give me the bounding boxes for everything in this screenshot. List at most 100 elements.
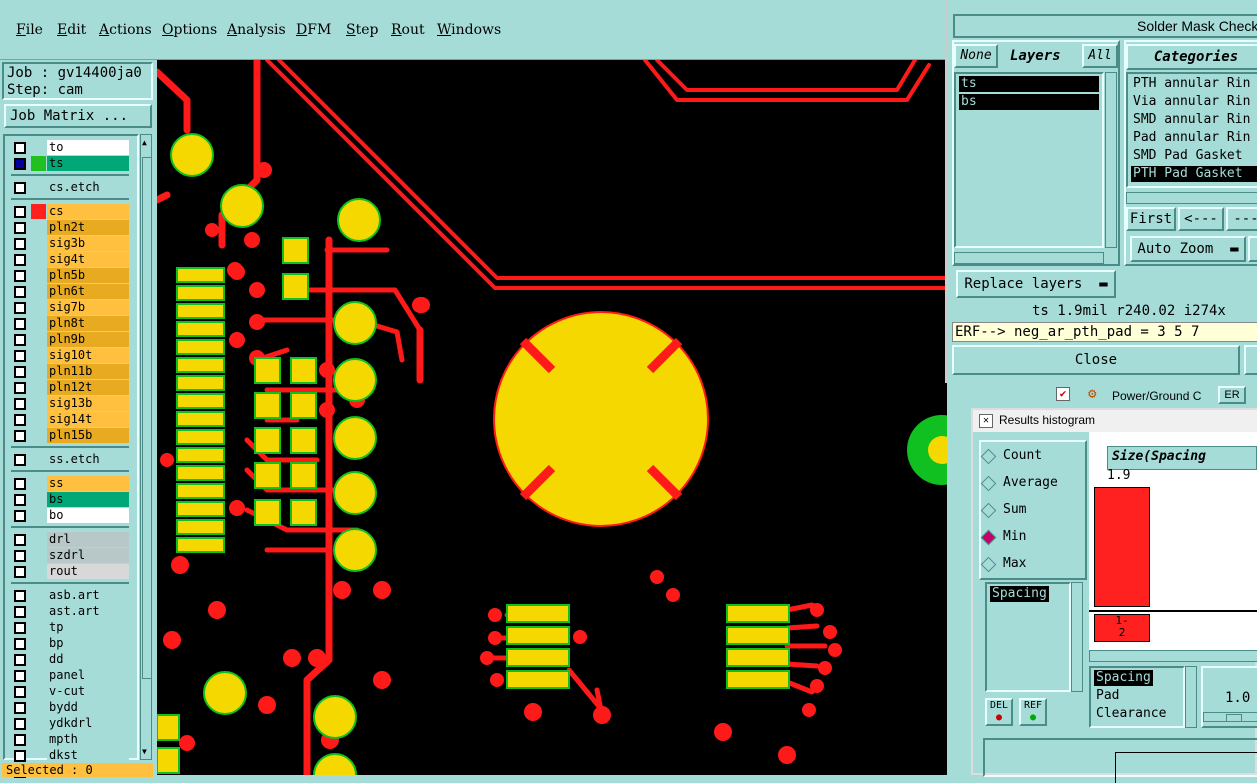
layer-color-swatch[interactable] xyxy=(31,548,46,563)
layer-row-bs[interactable]: bs xyxy=(11,492,129,507)
layer-name[interactable]: sig7b xyxy=(47,300,129,315)
layers-scrollbar[interactable] xyxy=(1105,72,1117,248)
layer-name[interactable]: pln11b xyxy=(47,364,129,379)
replace-layers-dropdown[interactable]: Replace layers ▬ xyxy=(956,270,1116,298)
layer-name[interactable]: ydkdrl xyxy=(47,716,129,731)
layer-checkbox[interactable] xyxy=(14,718,26,730)
menu-rout[interactable]: Rout xyxy=(391,22,425,38)
layer-name[interactable]: bo xyxy=(47,508,129,523)
ref-button[interactable]: REF ● xyxy=(1019,698,1047,726)
next-button[interactable]: --- xyxy=(1226,207,1257,231)
layer-checkbox[interactable] xyxy=(14,494,26,506)
layer-checkbox[interactable] xyxy=(14,334,26,346)
layer-row-sig4t[interactable]: sig4t xyxy=(11,252,129,267)
layer-list-scrollbar[interactable]: ▲ ▼ xyxy=(140,134,152,760)
layer-name[interactable]: rout xyxy=(47,564,129,579)
layer-color-swatch[interactable] xyxy=(31,364,46,379)
layer-row-ts[interactable]: ts xyxy=(11,156,129,171)
spacing-scrollbar[interactable] xyxy=(1071,582,1083,692)
layer-checkbox[interactable] xyxy=(14,606,26,618)
list-item[interactable]: Via annular Rin xyxy=(1131,94,1252,110)
layer-checkbox[interactable] xyxy=(14,622,26,634)
layer-row-sig14t[interactable]: sig14t xyxy=(11,412,129,427)
layer-name[interactable]: v-cut xyxy=(47,684,129,699)
layer-checkbox[interactable] xyxy=(14,182,26,194)
layer-checkbox[interactable] xyxy=(14,158,26,170)
list-item[interactable]: PTH Pad Gasket xyxy=(1131,166,1257,182)
layer-name[interactable]: sig10t xyxy=(47,348,129,363)
layer-color-swatch[interactable] xyxy=(31,604,46,619)
layer-color-swatch[interactable] xyxy=(31,636,46,651)
layer-row-rout[interactable]: rout xyxy=(11,564,129,579)
layer-name[interactable]: pln6t xyxy=(47,284,129,299)
layer-name[interactable]: sig4t xyxy=(47,252,129,267)
layer-name[interactable]: bs xyxy=(47,492,129,507)
layer-color-swatch[interactable] xyxy=(31,684,46,699)
categories-button[interactable]: Categories xyxy=(1126,44,1257,70)
layer-row-cs.etch[interactable]: cs.etch xyxy=(11,180,129,195)
list-item[interactable]: SMD annular Rin xyxy=(1131,112,1252,128)
layer-checkbox[interactable] xyxy=(14,302,26,314)
list-item[interactable]: bs xyxy=(959,94,1099,110)
list-item[interactable]: Pad annular Rin xyxy=(1131,130,1252,146)
layer-color-swatch[interactable] xyxy=(31,716,46,731)
layer-checkbox[interactable] xyxy=(14,654,26,666)
layer-name[interactable]: pln9b xyxy=(47,332,129,347)
radio-average[interactable]: Average xyxy=(980,474,1101,494)
title-bar[interactable]: ✕ Results histogram xyxy=(973,410,1257,432)
layer-row-pln8t[interactable]: pln8t xyxy=(11,316,129,331)
list-item[interactable]: Spacing xyxy=(1094,670,1153,686)
list-item[interactable]: Clearance xyxy=(1094,706,1168,722)
layer-row-drl[interactable]: drl xyxy=(11,532,129,547)
layer-color-swatch[interactable] xyxy=(31,748,46,763)
scroll-down-arrow-icon[interactable]: ▼ xyxy=(142,747,147,756)
layer-name[interactable]: pln15b xyxy=(47,428,129,443)
layer-color-swatch[interactable] xyxy=(31,180,46,195)
layer-row-v-cut[interactable]: v-cut xyxy=(11,684,129,699)
slider-thumb[interactable] xyxy=(1226,714,1242,722)
er-button[interactable]: ER xyxy=(1218,386,1246,404)
layer-color-swatch[interactable] xyxy=(31,268,46,283)
layer-row-mpth[interactable]: mpth xyxy=(11,732,129,747)
scroll-thumb[interactable] xyxy=(142,157,152,679)
list-item[interactable]: ts xyxy=(959,76,1099,92)
layer-checkbox[interactable] xyxy=(14,254,26,266)
job-matrix-button[interactable]: Job Matrix ... xyxy=(4,104,152,128)
auto-zoom-dropdown[interactable]: Auto Zoom ▬ xyxy=(1130,236,1246,262)
menu-windows[interactable]: Windows xyxy=(437,22,501,38)
menu-step[interactable]: Step xyxy=(346,22,378,38)
layer-color-swatch[interactable] xyxy=(31,700,46,715)
layer-name[interactable]: pln2t xyxy=(47,220,129,235)
layer-checkbox[interactable] xyxy=(14,206,26,218)
layer-color-swatch[interactable] xyxy=(31,252,46,267)
layer-color-swatch[interactable] xyxy=(31,492,46,507)
layer-color-swatch[interactable] xyxy=(31,588,46,603)
layer-name[interactable]: tp xyxy=(47,620,129,635)
layer-name[interactable]: pln5b xyxy=(47,268,129,283)
list-item[interactable]: Pad xyxy=(1094,688,1121,704)
layer-row-ast.art[interactable]: ast.art xyxy=(11,604,129,619)
measure-scrollbar[interactable] xyxy=(1185,666,1197,728)
layer-row-ydkdrl[interactable]: ydkdrl xyxy=(11,716,129,731)
layer-row-to[interactable]: to xyxy=(11,140,129,155)
layer-row-dkst[interactable]: dkst xyxy=(11,748,129,763)
list-item[interactable]: SMD Pad Gasket xyxy=(1131,148,1245,164)
layer-color-swatch[interactable] xyxy=(31,532,46,547)
layer-checkbox[interactable] xyxy=(14,750,26,762)
layer-color-swatch[interactable] xyxy=(31,620,46,635)
layer-checkbox[interactable] xyxy=(14,550,26,562)
layer-checkbox[interactable] xyxy=(14,638,26,650)
layer-checkbox[interactable] xyxy=(14,414,26,426)
side-button[interactable] xyxy=(1248,236,1257,262)
layer-checkbox[interactable] xyxy=(14,686,26,698)
list-item[interactable]: PTH annular Rin xyxy=(1131,76,1252,92)
title-bar[interactable]: Solder Mask Checks xyxy=(953,14,1257,38)
layer-row-bydd[interactable]: bydd xyxy=(11,700,129,715)
layer-color-swatch[interactable] xyxy=(31,452,46,467)
list-item[interactable]: Spacing xyxy=(990,586,1049,602)
menu-analysis[interactable]: Analysis xyxy=(227,22,286,38)
all-button[interactable]: All xyxy=(1082,44,1118,68)
size-field[interactable]: Size(Spacing xyxy=(1107,446,1257,470)
layer-color-swatch[interactable] xyxy=(31,284,46,299)
layer-name[interactable]: to xyxy=(47,140,129,155)
